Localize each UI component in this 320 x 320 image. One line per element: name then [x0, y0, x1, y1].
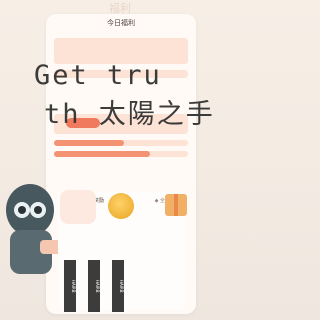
tag-2: HAIRB [88, 260, 100, 312]
watermark-line2: th 太陽之手 [44, 99, 215, 130]
card-title: 今日福利 [107, 19, 135, 27]
tag-3: HAIRB [112, 260, 124, 312]
coin-icon[interactable] [108, 193, 134, 219]
gift-box-icon[interactable] [165, 194, 187, 216]
tag-1: HAIRB [64, 260, 76, 312]
faded-title: 福利 [109, 2, 131, 15]
progress-fill [54, 140, 124, 146]
progress-fill-2 [54, 151, 150, 157]
watermark-line1: Get tru [34, 60, 162, 91]
ticket-tile[interactable] [60, 190, 96, 224]
